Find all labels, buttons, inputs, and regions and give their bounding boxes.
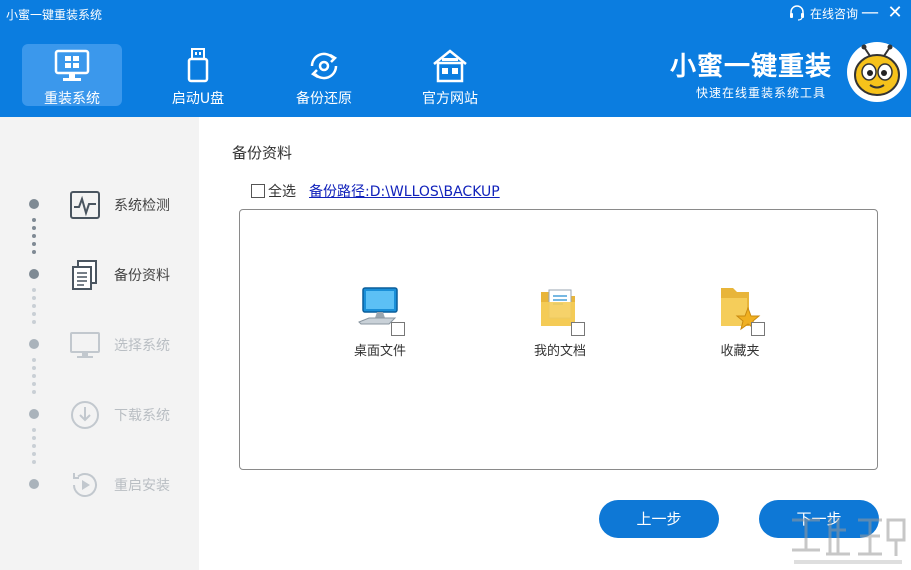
select-all-box[interactable] xyxy=(251,184,265,198)
tab-backup-restore[interactable]: 备份还原 xyxy=(274,44,374,107)
restart-icon xyxy=(73,473,97,497)
tab-reinstall-system[interactable]: 重装系统 xyxy=(22,44,122,107)
step-bullet xyxy=(29,409,39,419)
house-icon xyxy=(433,49,467,83)
backup-item-favorites-label: 收藏夹 xyxy=(720,344,760,359)
backup-item-favorites[interactable]: 收藏夹 xyxy=(695,284,785,364)
watermark-logo-icon xyxy=(792,518,906,564)
title-bar[interactable]: 小蜜一键重装系统 在线咨询 — ✕ xyxy=(0,0,911,28)
online-consult-button[interactable]: 在线咨询 xyxy=(788,4,858,22)
step-bullet xyxy=(29,479,39,489)
backup-item-documents-label: 我的文档 xyxy=(533,344,586,359)
page-title: 备份资料 xyxy=(232,144,293,162)
step-bullet xyxy=(29,339,39,349)
headset-icon xyxy=(790,5,804,21)
app-header: 小蜜一键重装系统 在线咨询 — ✕ 重装系统 启动U盘 备份还原 官方网站 小蜜… xyxy=(0,0,911,117)
monitor-icon xyxy=(70,332,100,358)
document-copy-icon xyxy=(72,260,97,290)
step-connector xyxy=(32,218,36,258)
tab-official-website-label: 官方网站 xyxy=(422,91,478,107)
minimize-button[interactable]: — xyxy=(860,3,880,23)
desktop-checkbox[interactable] xyxy=(391,322,405,336)
bee-mascot-icon xyxy=(847,42,907,102)
backup-item-desktop-label: 桌面文件 xyxy=(353,344,406,359)
step-backup-data-label: 备份资料 xyxy=(114,268,170,284)
backup-restore-icon xyxy=(310,52,338,80)
brand-subtitle: 快速在线重装系统工具 xyxy=(696,86,827,100)
step-download-system-label: 下载系统 xyxy=(114,408,170,424)
step-bullet xyxy=(29,269,39,279)
usb-drive-icon xyxy=(187,48,209,83)
tab-boot-usb[interactable]: 启动U盘 xyxy=(148,44,248,107)
tab-backup-restore-label: 备份还原 xyxy=(296,91,352,107)
backup-items-panel: 桌面文件 我的文档 收藏夹 xyxy=(239,209,878,470)
tab-official-website[interactable]: 官方网站 xyxy=(400,44,500,107)
online-consult-label: 在线咨询 xyxy=(810,6,859,21)
select-all-checkbox[interactable]: 全选 xyxy=(251,181,296,201)
download-icon xyxy=(71,401,99,429)
step-connector xyxy=(32,358,36,398)
step-bullet xyxy=(29,199,39,209)
step-sidebar: 系统检测 备份资料 选择系统 下载系统 重启安装 xyxy=(0,117,199,570)
step-download-system: 下载系统 xyxy=(0,394,199,434)
monitor-icon xyxy=(54,49,90,81)
step-backup-data: 备份资料 xyxy=(0,254,199,294)
step-select-system-label: 选择系统 xyxy=(114,338,170,354)
tab-boot-usb-label: 启动U盘 xyxy=(171,91,225,107)
step-select-system: 选择系统 xyxy=(0,324,199,364)
step-connector xyxy=(32,288,36,328)
backup-item-documents[interactable]: 我的文档 xyxy=(515,284,605,364)
step-restart-install: 重启安装 xyxy=(0,464,199,504)
step-system-check: 系统检测 xyxy=(0,184,199,224)
backup-item-desktop[interactable]: 桌面文件 xyxy=(335,284,425,364)
backup-path-link[interactable]: 备份路径:D:\WLLOS\BACKUP xyxy=(309,181,500,201)
pulse-monitor-icon xyxy=(70,191,100,219)
close-button[interactable]: ✕ xyxy=(885,3,905,23)
favorites-checkbox[interactable] xyxy=(751,322,765,336)
prev-step-button[interactable]: 上一步 xyxy=(599,500,719,538)
step-connector xyxy=(32,428,36,468)
brand-title: 小蜜一键重装 xyxy=(670,52,833,82)
step-restart-install-label: 重启安装 xyxy=(114,478,170,494)
documents-checkbox[interactable] xyxy=(571,322,585,336)
tab-reinstall-system-label: 重装系统 xyxy=(44,91,100,107)
app-title: 小蜜一键重装系统 xyxy=(6,8,103,22)
select-all-label: 全选 xyxy=(268,184,296,200)
step-system-check-label: 系统检测 xyxy=(114,198,170,214)
